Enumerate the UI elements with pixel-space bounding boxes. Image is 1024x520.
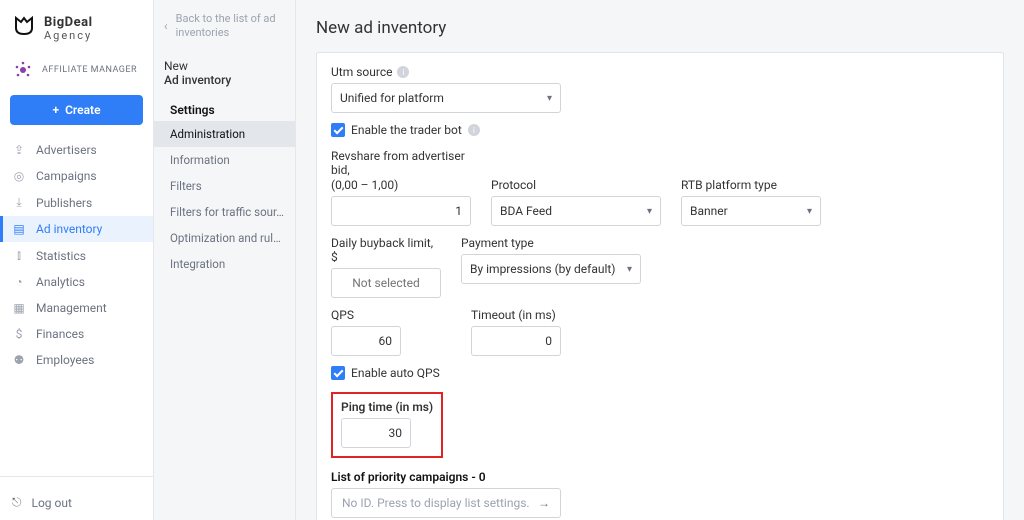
sub-filters-traffic[interactable]: Filters for traffic sour...: [154, 199, 295, 225]
form-card: Utm source i Unified for platform ▾ Enab…: [316, 52, 1004, 520]
chevron-down-icon: ▾: [647, 206, 652, 217]
rtb-select[interactable]: Banner ▾: [681, 196, 821, 226]
users-icon: ⚉: [12, 353, 26, 367]
bar-chart-icon: ⫾: [12, 248, 26, 263]
settings-header: Settings: [154, 93, 295, 121]
grid-icon: ▦: [12, 301, 26, 315]
download-icon: ⤓: [12, 195, 26, 210]
logout-button[interactable]: ⎋ Log out: [0, 485, 153, 520]
create-button[interactable]: + Create: [10, 95, 143, 125]
pie-chart-icon: ◔: [12, 275, 26, 289]
protocol-select[interactable]: BDA Feed ▾: [491, 196, 661, 226]
qps-label: QPS: [331, 308, 401, 322]
enable-auto-qps-checkbox[interactable]: [331, 366, 345, 380]
chevron-down-icon: ▾: [807, 206, 812, 217]
nav-divider: [0, 476, 153, 477]
ping-time-highlight: Ping time (in ms): [331, 392, 443, 458]
brand: BigDeal Agency: [0, 0, 153, 53]
payment-label: Payment type: [461, 236, 641, 250]
sub-administration[interactable]: Administration: [154, 121, 295, 147]
arrow-right-icon: →: [538, 496, 550, 510]
nav-employees[interactable]: ⚉Employees: [0, 347, 153, 373]
create-label: Create: [65, 103, 100, 117]
main-sidebar: BigDeal Agency AFFILIATE MANAGER + Creat…: [0, 0, 154, 520]
nav-campaigns[interactable]: ◎Campaigns: [0, 163, 153, 189]
priority-label: List of priority campaigns - 0: [331, 470, 989, 484]
target-icon: ◎: [12, 169, 26, 183]
buyback-label: Daily buyback limit, $: [331, 236, 441, 264]
info-icon: i: [468, 124, 480, 136]
brand-name: BigDeal: [44, 16, 93, 30]
chevron-left-icon: ‹: [164, 19, 168, 35]
utm-select[interactable]: Unified for platform ▾: [331, 83, 561, 113]
breadcrumb-group: New Ad inventory: [154, 55, 295, 93]
revshare-label: Revshare from advertiser bid, (0,00 – 1,…: [331, 149, 471, 192]
sub-information[interactable]: Information: [154, 147, 295, 173]
chevron-down-icon: ▾: [547, 93, 552, 104]
revshare-input[interactable]: [331, 196, 471, 226]
role-row: AFFILIATE MANAGER: [0, 53, 153, 91]
page-title: New ad inventory: [316, 18, 1004, 38]
chevron-down-icon: ▾: [627, 264, 632, 275]
priority-selector[interactable]: No ID. Press to display list settings. →: [331, 488, 561, 518]
sub-filters[interactable]: Filters: [154, 173, 295, 199]
logout-icon: ⎋: [12, 495, 22, 510]
enable-trader-checkbox[interactable]: [331, 123, 345, 137]
ping-label: Ping time (in ms): [341, 400, 433, 414]
enable-auto-qps-label: Enable auto QPS: [351, 366, 440, 380]
buyback-input[interactable]: [331, 268, 441, 298]
nav-advertisers[interactable]: ⇪Advertisers: [0, 137, 153, 163]
timeout-label: Timeout (in ms): [471, 308, 561, 322]
protocol-label: Protocol: [491, 178, 661, 192]
utm-label: Utm source i: [331, 65, 561, 79]
back-link[interactable]: ‹ Back to the list of ad inventories: [154, 12, 295, 55]
brand-logo-icon: [12, 14, 36, 43]
sub-optimization[interactable]: Optimization and rules: [154, 225, 295, 251]
settings-list: Administration Information Filters Filte…: [154, 121, 295, 277]
nav-publishers[interactable]: ⤓Publishers: [0, 189, 153, 216]
upload-icon: ⇪: [12, 143, 26, 157]
nav-management[interactable]: ▦Management: [0, 295, 153, 321]
enable-trader-label: Enable the trader bot: [351, 123, 462, 137]
payment-select[interactable]: By impressions (by default) ▾: [461, 254, 641, 284]
nav-analytics[interactable]: ◔Analytics: [0, 269, 153, 295]
affiliate-badge-icon: [12, 59, 34, 81]
role-label: AFFILIATE MANAGER: [42, 65, 137, 75]
main-content: New ad inventory Utm source i Unified fo…: [296, 0, 1024, 520]
layers-icon: ▤: [12, 222, 26, 236]
nav-ad-inventory[interactable]: ▤Ad inventory: [0, 216, 153, 242]
sub-sidebar: ‹ Back to the list of ad inventories New…: [154, 0, 296, 520]
rtb-label: RTB platform type: [681, 178, 821, 192]
timeout-input[interactable]: [471, 326, 561, 356]
qps-input[interactable]: [331, 326, 401, 356]
sub-integration[interactable]: Integration: [154, 251, 295, 277]
brand-sub: Agency: [44, 30, 93, 42]
main-nav: ⇪Advertisers ◎Campaigns ⤓Publishers ▤Ad …: [0, 137, 153, 468]
nav-finances[interactable]: $Finances: [0, 321, 153, 347]
info-icon: i: [397, 66, 409, 78]
ping-input[interactable]: [341, 418, 411, 448]
dollar-icon: $: [12, 327, 26, 341]
plus-icon: +: [52, 103, 59, 117]
nav-statistics[interactable]: ⫾Statistics: [0, 242, 153, 269]
